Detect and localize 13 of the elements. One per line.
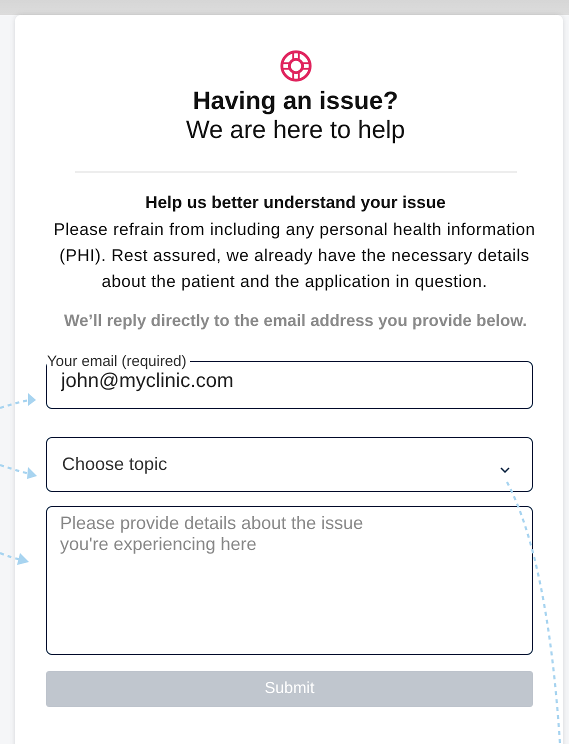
subtitle: We are here to help xyxy=(186,116,406,145)
reply-note: We’ll reply directly to the email address you provide below. xyxy=(64,312,528,331)
topic-select[interactable]: Choose topic xyxy=(46,437,533,492)
lifebuoy-icon xyxy=(278,49,312,83)
section-heading: Help us better understand your issue xyxy=(145,193,446,213)
instructions-text: Please refrain from including any personal health information (PHI). Rest assured, we already have the necessary details about the patient and the application in question. xyxy=(54,219,536,293)
details-textarea[interactable]: Please provide details about the issue you're experiencing here xyxy=(46,506,533,655)
caret-icon xyxy=(500,466,510,472)
annotation-arrow xyxy=(0,393,36,410)
annotation-arrow xyxy=(0,464,37,479)
field-label: Your email (required) xyxy=(47,353,187,370)
title: Having an issue? xyxy=(192,87,398,116)
annotation-arrow xyxy=(0,552,29,565)
